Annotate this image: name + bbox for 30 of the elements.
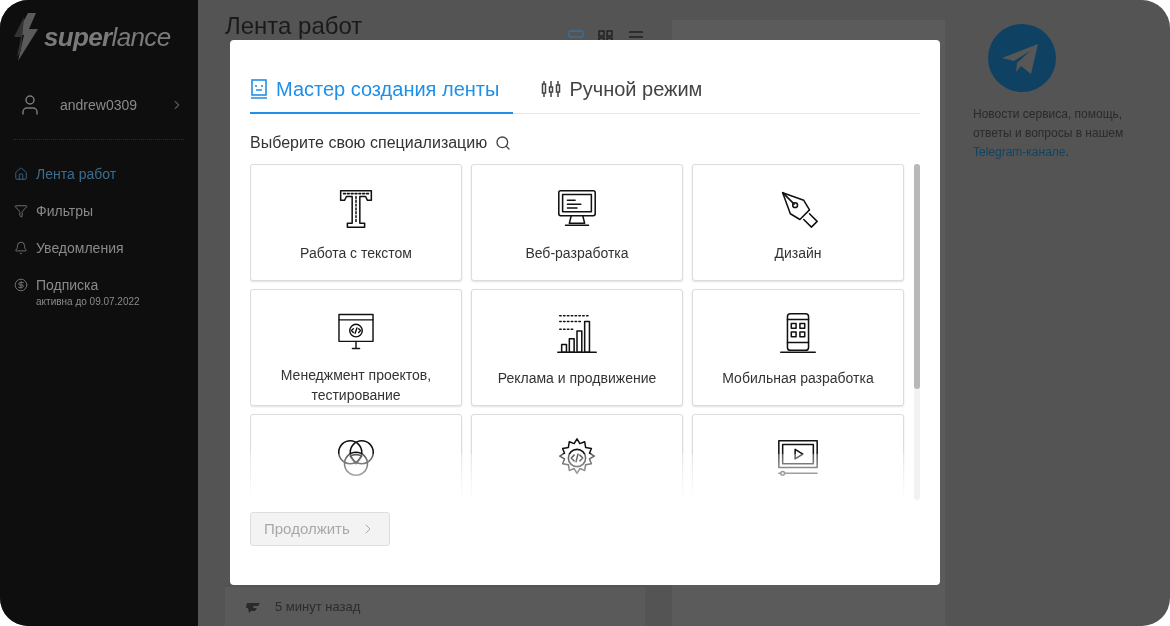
category-card[interactable]: Мобильная разработка xyxy=(692,289,904,406)
logo-text: superlance xyxy=(44,20,171,54)
tab[interactable]: Мастер создания ленты xyxy=(250,76,514,114)
dollar-circle-icon xyxy=(14,278,28,292)
nav-item[interactable]: Фильтры xyxy=(14,201,184,221)
category-card[interactable] xyxy=(471,414,683,500)
home-icon xyxy=(14,167,28,181)
face-screen-icon xyxy=(250,79,268,99)
category-card[interactable]: Реклама и продвижение xyxy=(471,289,683,406)
funnel-icon xyxy=(14,204,28,218)
bell-icon xyxy=(14,241,28,255)
user-menu[interactable]: andrew0309 xyxy=(14,85,184,125)
prompt-text: Выберите свою специализацию xyxy=(250,133,488,153)
nav-item[interactable]: Лента работ xyxy=(14,164,184,184)
tab[interactable]: Ручной режим xyxy=(541,76,703,114)
category-card[interactable]: Работа с текстом xyxy=(250,164,462,281)
category-card[interactable]: Дизайн xyxy=(692,164,904,281)
nav-item[interactable]: Уведомления xyxy=(14,238,184,258)
category-card[interactable]: Менеджмент проектов, тестирование xyxy=(250,289,462,406)
candlestick-icon xyxy=(541,80,562,98)
telegram-icon[interactable] xyxy=(988,24,1056,92)
search-icon[interactable] xyxy=(495,135,512,151)
scrollbar-thumb[interactable] xyxy=(914,164,920,389)
page-title: Лента работ xyxy=(225,12,363,40)
nav-item[interactable]: Подписка активна до 09.07.2022 xyxy=(14,275,184,309)
category-card[interactable] xyxy=(692,414,904,500)
category-card[interactable] xyxy=(250,414,462,500)
lightning-logo-icon xyxy=(14,13,40,61)
category-card[interactable]: Веб-разработка xyxy=(471,164,683,281)
source-logo-icon xyxy=(245,600,261,613)
